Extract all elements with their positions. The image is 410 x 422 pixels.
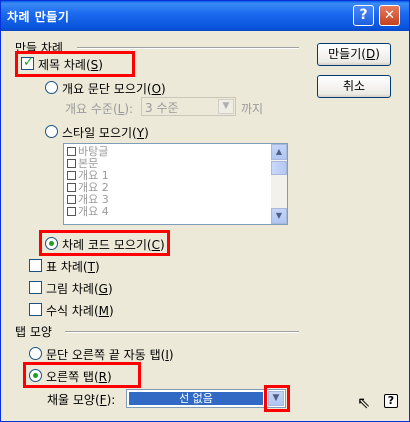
toc-dialog: 차례 만들기 ? ✕ 만들 차례 ✓ 제목 차례(S) 개요 문단 모으기(O)… [0,0,410,422]
cancel-button[interactable]: 취소 [317,75,391,98]
tab-group-label: 탭 모양 [15,325,52,339]
scroll-thumb[interactable] [271,161,287,175]
highlight-right-tab [23,362,141,388]
context-help-icon[interactable]: ? [384,394,398,408]
highlight-gather-code [39,230,170,256]
tab-group-divider [65,331,299,333]
outline-level-suffix: 까지 [241,102,264,116]
fill-select[interactable]: 선 없음 ▼ [126,389,286,408]
chevron-down-icon[interactable]: ▼ [218,99,234,114]
equation-toc-checkbox[interactable] [29,303,42,316]
table-toc-checkbox[interactable] [29,259,42,272]
scroll-up-icon[interactable]: ▲ [271,144,287,160]
title-bar[interactable]: 차례 만들기 ? ✕ [1,1,409,31]
figure-toc-checkbox[interactable] [29,281,42,294]
scroll-down-icon[interactable]: ▼ [271,208,287,224]
figure-toc-label[interactable]: 그림 차례(G) [46,280,113,297]
gather-style-radio[interactable] [45,125,58,138]
outline-level-value: 3 수준 [145,101,179,115]
make-button[interactable]: 만들기(D) [317,43,391,66]
outline-level-label: 개요 수준(L): [65,102,134,116]
table-toc-label[interactable]: 표 차례(T) [46,258,100,275]
style-list[interactable]: 바탕글 본문 개요 1 개요 2 개요 3 개요 4 ▲ ▼ [63,143,288,225]
fill-label: 채울 모양(F): [47,393,116,407]
equation-toc-label[interactable]: 수식 차례(M) [46,302,114,319]
cursor-icon: ⇖ [357,393,371,412]
highlight-heading-toc [15,51,135,77]
fill-select-value: 선 없음 [129,392,263,405]
style-list-scrollbar[interactable]: ▲ ▼ [271,144,287,224]
gather-outline-radio[interactable] [45,81,58,94]
style-list-item[interactable]: 개요 4 [67,206,109,218]
gather-outline-label[interactable]: 개요 문단 모으기(O) [62,80,166,97]
close-icon[interactable]: ✕ [379,5,400,26]
auto-tab-radio[interactable] [29,347,42,360]
help-icon[interactable]: ? [353,5,374,26]
make-group-divider [77,47,299,49]
window-title: 차례 만들기 [7,10,70,24]
auto-tab-label[interactable]: 문단 오른쪽 끝 자동 탭(I) [46,346,174,363]
highlight-fill-dropdown [264,385,290,412]
gather-style-label[interactable]: 스타일 모으기(Y) [62,124,149,141]
outline-level-select[interactable]: 3 수준 ▼ [141,97,236,116]
